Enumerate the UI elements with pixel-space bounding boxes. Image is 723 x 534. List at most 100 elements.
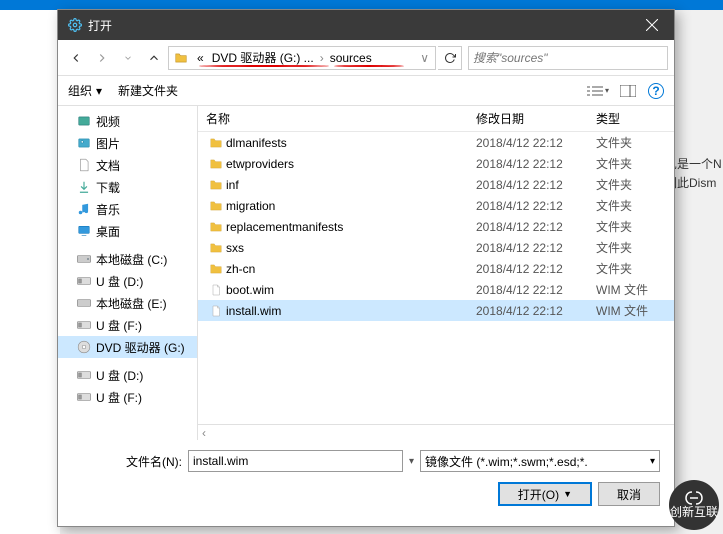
- help-button[interactable]: ?: [648, 83, 664, 99]
- dialog-footer: 文件名(N): ▾ 镜像文件 (*.wim;*.swm;*.esd;*. ▾ 打…: [58, 440, 674, 516]
- horizontal-scroll[interactable]: ‹: [198, 424, 674, 440]
- file-row[interactable]: replacementmanifests2018/4/12 22:12文件夹: [198, 216, 674, 237]
- file-date: 2018/4/12 22:12: [476, 304, 596, 318]
- cancel-button[interactable]: 取消: [598, 482, 660, 506]
- docs-icon: [76, 157, 92, 173]
- dvd-icon: [76, 340, 92, 354]
- file-type: 文件夹: [596, 134, 674, 151]
- history-dropdown-icon[interactable]: ∨: [418, 51, 431, 65]
- file-date: 2018/4/12 22:12: [476, 283, 596, 297]
- desktop-icon: [76, 224, 92, 238]
- titlebar: 打开: [58, 10, 674, 40]
- recent-dropdown[interactable]: [116, 46, 140, 70]
- preview-pane-button[interactable]: [614, 80, 642, 102]
- tree-item[interactable]: U 盘 (D:): [58, 270, 197, 292]
- tree-item-label: 音乐: [96, 201, 120, 218]
- file-row[interactable]: zh-cn2018/4/12 22:12文件夹: [198, 258, 674, 279]
- tree-item[interactable]: 文档: [58, 154, 197, 176]
- chevron-right-icon: ›: [318, 51, 326, 65]
- file-row[interactable]: install.wim2018/4/12 22:12WIM 文件: [198, 300, 674, 321]
- tree-item-label: 本地磁盘 (E:): [96, 295, 167, 312]
- file-type: 文件夹: [596, 260, 674, 277]
- tree-item-label: 下载: [96, 179, 120, 196]
- search-box[interactable]: [468, 46, 668, 70]
- view-mode-button[interactable]: ▾: [584, 80, 612, 102]
- file-name: migration: [226, 199, 476, 213]
- file-row[interactable]: sxs2018/4/12 22:12文件夹: [198, 237, 674, 258]
- folder-icon: [206, 262, 226, 276]
- tree-item[interactable]: 图片: [58, 132, 197, 154]
- folder-icon: [206, 199, 226, 213]
- tree-item[interactable]: DVD 驱动器 (G:): [58, 336, 197, 358]
- file-row[interactable]: migration2018/4/12 22:12文件夹: [198, 195, 674, 216]
- filter-select[interactable]: 镜像文件 (*.wim;*.swm;*.esd;*. ▾: [420, 450, 660, 472]
- video-icon: [76, 114, 92, 128]
- file-date: 2018/4/12 22:12: [476, 262, 596, 276]
- folder-icon: [206, 157, 226, 171]
- file-type: 文件夹: [596, 176, 674, 193]
- breadcrumb-drive[interactable]: DVD 驱动器 (G:) ...: [208, 49, 318, 66]
- usb-icon: [76, 369, 92, 381]
- close-button[interactable]: [630, 10, 674, 40]
- back-button[interactable]: [64, 46, 88, 70]
- watermark-logo: 创新互联: [669, 480, 719, 530]
- file-name: sxs: [226, 241, 476, 255]
- refresh-button[interactable]: [438, 46, 462, 70]
- tree-item[interactable]: U 盘 (F:): [58, 386, 197, 408]
- pictures-icon: [76, 136, 92, 150]
- column-type[interactable]: 类型: [596, 110, 674, 127]
- file-name: inf: [226, 178, 476, 192]
- tree-item-label: 桌面: [96, 223, 120, 240]
- file-date: 2018/4/12 22:12: [476, 157, 596, 171]
- column-date[interactable]: 修改日期: [476, 110, 596, 127]
- file-row[interactable]: etwproviders2018/4/12 22:12文件夹: [198, 153, 674, 174]
- file-row[interactable]: boot.wim2018/4/12 22:12WIM 文件: [198, 279, 674, 300]
- tree-item-label: U 盘 (F:): [96, 317, 142, 334]
- breadcrumb-folder[interactable]: sources: [326, 51, 376, 65]
- folder-icon: [206, 241, 226, 255]
- up-button[interactable]: [142, 46, 166, 70]
- file-icon: [206, 283, 226, 297]
- file-name: replacementmanifests: [226, 220, 476, 234]
- file-date: 2018/4/12 22:12: [476, 136, 596, 150]
- column-name[interactable]: 名称: [206, 110, 476, 127]
- tree-item[interactable]: 本地磁盘 (C:): [58, 248, 197, 270]
- search-input[interactable]: [473, 51, 663, 65]
- file-icon: [206, 304, 226, 318]
- organize-menu[interactable]: 组织 ▾: [68, 82, 102, 99]
- file-name: boot.wim: [226, 283, 476, 297]
- file-date: 2018/4/12 22:12: [476, 178, 596, 192]
- tree-item-label: 视频: [96, 113, 120, 130]
- open-button[interactable]: 打开(O) ▼: [498, 482, 592, 506]
- file-row[interactable]: dlmanifests2018/4/12 22:12文件夹: [198, 132, 674, 153]
- tree-item[interactable]: 本地磁盘 (E:): [58, 292, 197, 314]
- new-folder-button[interactable]: 新建文件夹: [118, 82, 178, 99]
- tree-item[interactable]: 视频: [58, 110, 197, 132]
- tree-item-label: 文档: [96, 157, 120, 174]
- tree-item[interactable]: 音乐: [58, 198, 197, 220]
- file-list[interactable]: dlmanifests2018/4/12 22:12文件夹etwprovider…: [198, 132, 674, 424]
- usb-icon: [76, 391, 92, 403]
- forward-button[interactable]: [90, 46, 114, 70]
- tree-item[interactable]: U 盘 (D:): [58, 364, 197, 386]
- gear-icon: [68, 18, 82, 32]
- filename-input[interactable]: [188, 450, 403, 472]
- file-row[interactable]: inf2018/4/12 22:12文件夹: [198, 174, 674, 195]
- file-name: install.wim: [226, 304, 476, 318]
- usb-icon: [76, 275, 92, 287]
- file-name: dlmanifests: [226, 136, 476, 150]
- breadcrumb-prefix[interactable]: «: [193, 51, 208, 65]
- usb-icon: [76, 319, 92, 331]
- file-date: 2018/4/12 22:12: [476, 199, 596, 213]
- chevron-down-icon: ▾: [96, 84, 102, 98]
- open-file-dialog: 打开 « DVD 驱动器 (G:) ... › sources ∨ 组织 ▾: [57, 9, 675, 527]
- file-type: 文件夹: [596, 155, 674, 172]
- tree-item-label: 本地磁盘 (C:): [96, 251, 167, 268]
- file-type: WIM 文件: [596, 302, 674, 319]
- tree-item[interactable]: 桌面: [58, 220, 197, 242]
- tree-item[interactable]: 下载: [58, 176, 197, 198]
- tree-item[interactable]: U 盘 (F:): [58, 314, 197, 336]
- background-panel: [0, 10, 60, 534]
- address-bar[interactable]: « DVD 驱动器 (G:) ... › sources ∨: [168, 46, 436, 70]
- folder-tree[interactable]: 视频图片文档下载音乐桌面本地磁盘 (C:) U 盘 (D:) 本地磁盘 (E:) U …: [58, 106, 198, 440]
